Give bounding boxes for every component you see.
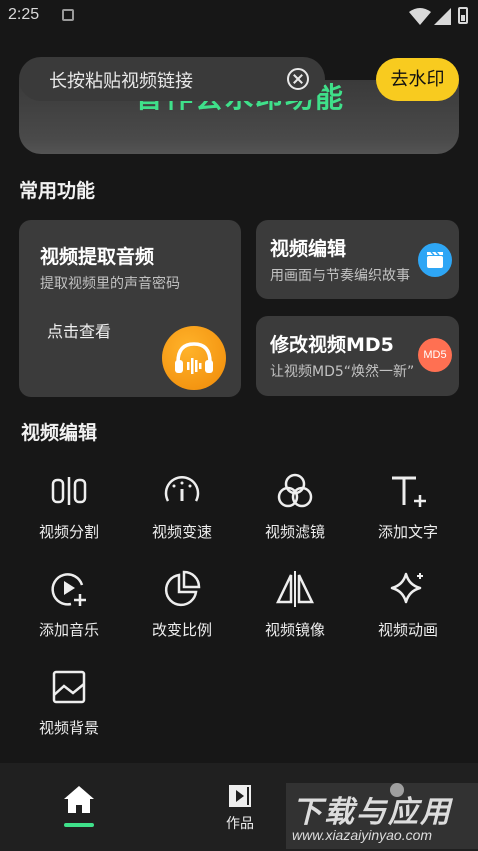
tool-filter[interactable]: 视频滤镜 <box>239 471 351 561</box>
md5-badge: MD5 <box>418 338 452 372</box>
md5-title: 修改视频MD5 <box>270 334 394 356</box>
tool-label: 添加文字 <box>377 523 438 541</box>
tool-ratio[interactable]: 改变比例 <box>126 569 238 659</box>
extract-audio-subtitle: 提取视频里的声音密码 <box>40 276 180 292</box>
music-add-icon <box>51 573 86 606</box>
tool-label: 视频镜像 <box>264 621 325 639</box>
status-time: 2:25 <box>8 6 40 23</box>
tool-label: 改变比例 <box>151 621 212 639</box>
mirror-icon <box>276 571 314 607</box>
search-bar[interactable]: 长按粘贴视频链接 <box>19 57 325 101</box>
remove-watermark-button[interactable]: 去水印 <box>376 58 459 101</box>
video-edit-subtitle: 用画面与节奏编织故事 <box>270 268 410 284</box>
battery-icon <box>458 7 468 24</box>
home-icon <box>64 786 94 813</box>
tool-animation[interactable]: 视频动画 <box>352 569 464 659</box>
tool-speed[interactable]: 视频变速 <box>126 471 238 561</box>
filter-icon <box>277 473 313 508</box>
active-tab-indicator <box>64 823 94 827</box>
tool-label: 视频滤镜 <box>264 523 325 541</box>
tool-label: 添加音乐 <box>38 621 99 639</box>
tool-label: 视频背景 <box>38 719 99 737</box>
pie-ratio-icon <box>164 570 201 607</box>
md5-card[interactable]: 修改视频MD5 让视频MD5“焕然一新” MD5 <box>256 316 459 396</box>
section-title-common: 常用功能 <box>19 180 96 202</box>
image-icon <box>52 670 86 704</box>
md5-subtitle: 让视频MD5“焕然一新” <box>270 364 415 380</box>
extract-audio-title: 视频提取音频 <box>40 246 155 268</box>
speedometer-icon <box>164 476 200 502</box>
tab-works[interactable]: 作品 <box>220 783 260 833</box>
headphones-icon <box>162 326 226 390</box>
view-link[interactable]: 点击查看 <box>47 318 111 342</box>
search-input[interactable]: 长按粘贴视频链接 <box>49 67 193 93</box>
clear-icon[interactable] <box>287 68 309 90</box>
video-edit-title: 视频编辑 <box>270 238 347 260</box>
status-bar: 2:25 <box>0 0 478 34</box>
video-edit-card[interactable]: 视频编辑 用画面与节奏编织故事 <box>256 220 459 299</box>
tab-works-label: 作品 <box>226 816 254 832</box>
signal-icon <box>434 8 451 25</box>
sparkle-icon <box>390 572 423 604</box>
tool-background[interactable]: 视频背景 <box>13 667 125 757</box>
tool-add-text[interactable]: 添加文字 <box>352 471 464 561</box>
tool-mirror[interactable]: 视频镜像 <box>239 569 351 659</box>
tool-label: 视频变速 <box>151 523 212 541</box>
section-title-tools: 视频编辑 <box>21 422 98 444</box>
wifi-icon <box>409 8 431 25</box>
tab-home[interactable] <box>60 783 98 829</box>
tool-label: 视频动画 <box>377 621 438 639</box>
tool-split[interactable]: 视频分割 <box>13 471 125 561</box>
notification-icon <box>62 9 74 21</box>
tool-add-music[interactable]: 添加音乐 <box>13 569 125 659</box>
watermark-url: www.xiazaiyinyao.com <box>292 827 433 843</box>
text-add-icon <box>392 476 426 507</box>
watermark-title: 下载与应用 <box>292 795 452 830</box>
split-icon <box>51 477 87 505</box>
tool-label: 视频分割 <box>38 523 99 541</box>
extract-audio-card[interactable]: 视频提取音频 提取视频里的声音密码 点击查看 <box>19 220 241 397</box>
site-watermark-logo: 下载与应用 www.xiazaiyinyao.com <box>286 783 478 849</box>
film-icon <box>229 785 251 807</box>
clapperboard-icon <box>418 243 452 277</box>
